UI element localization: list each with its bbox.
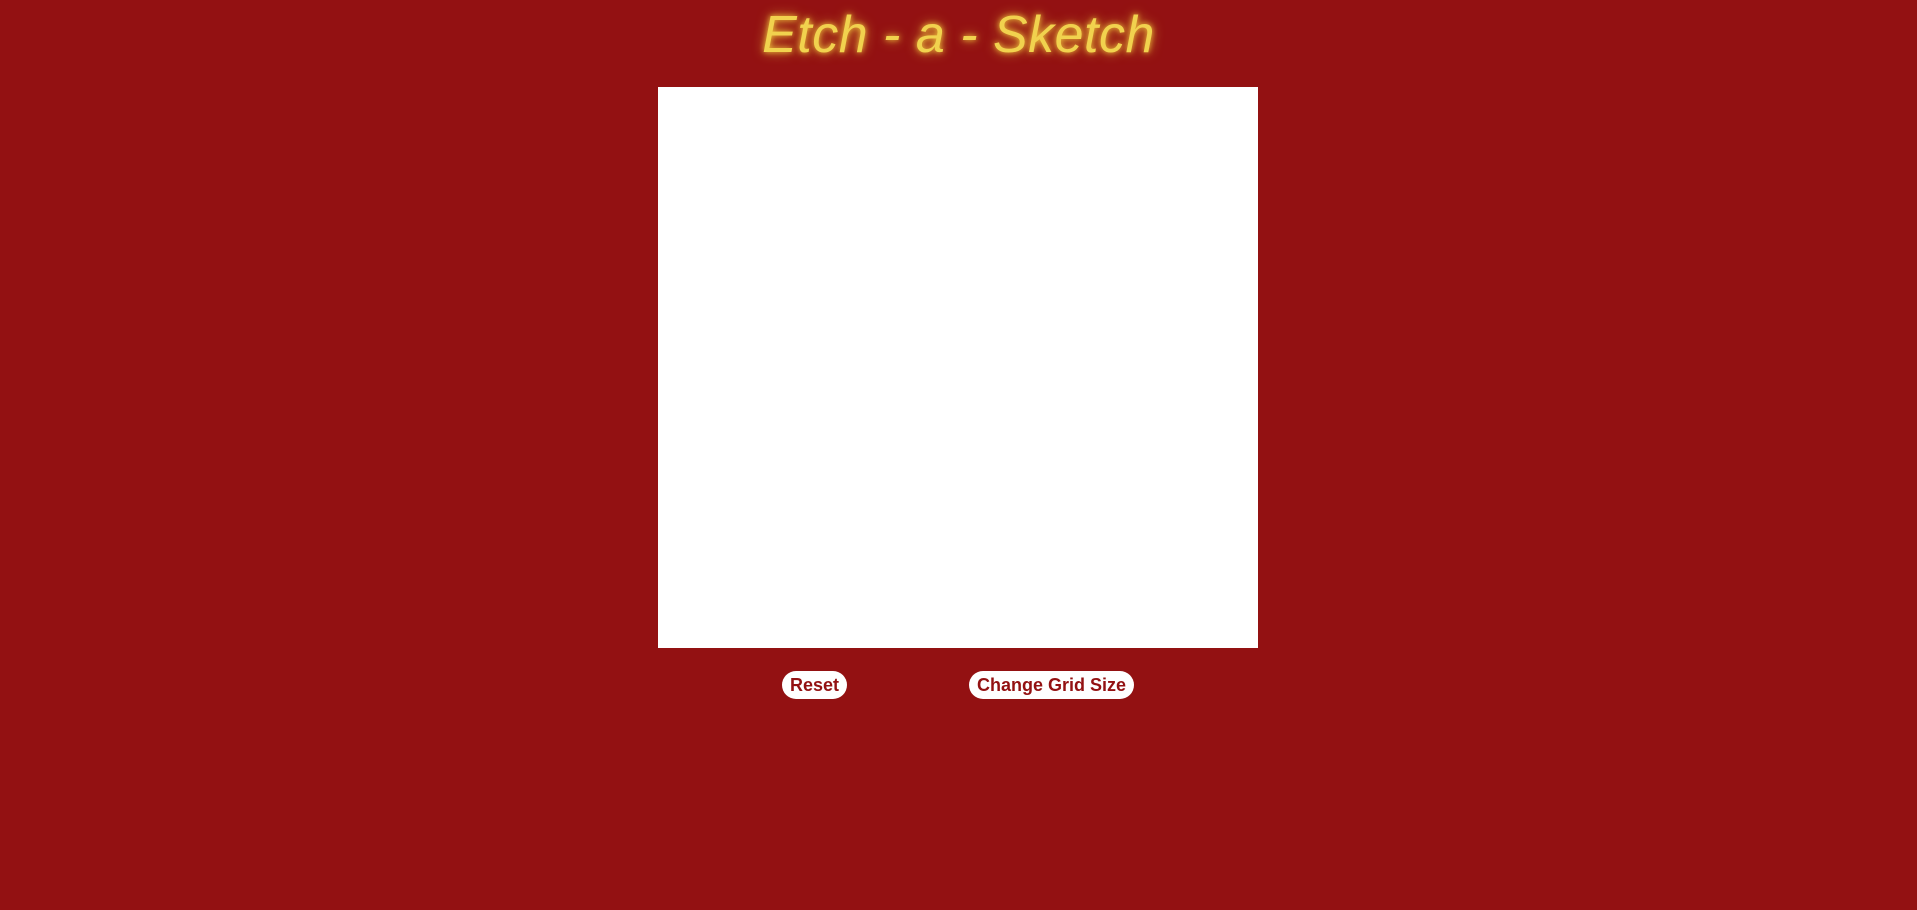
page-title: Etch - a - Sketch	[762, 6, 1155, 64]
sketch-grid[interactable]	[658, 87, 1258, 648]
controls-bar: Reset Change Grid Size	[0, 671, 1917, 701]
page: Etch - a - Sketch Reset Change Grid Size	[0, 0, 1917, 910]
reset-button[interactable]: Reset	[782, 671, 847, 699]
change-grid-size-button[interactable]: Change Grid Size	[969, 671, 1134, 699]
